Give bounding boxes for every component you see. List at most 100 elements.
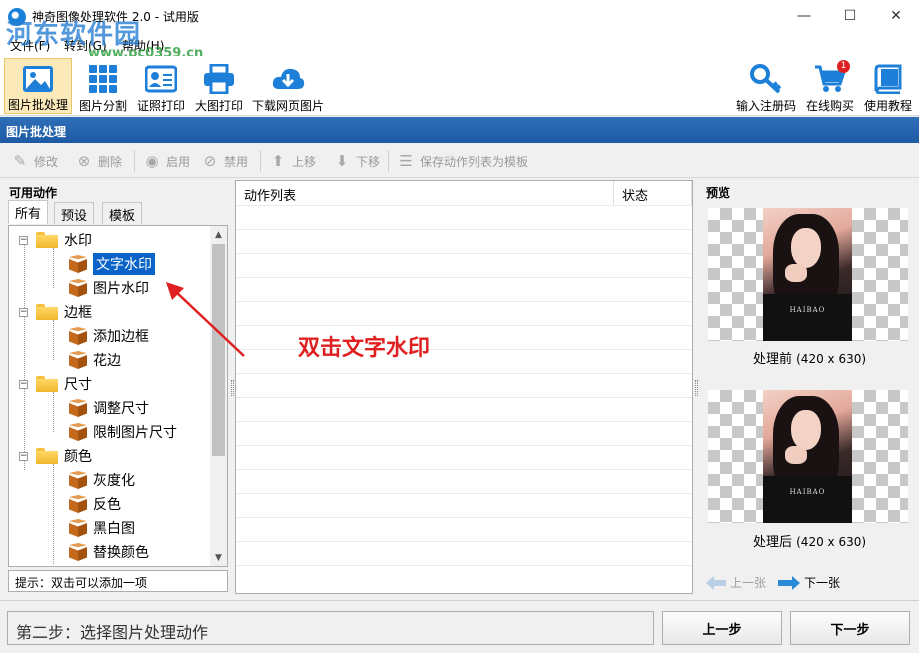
tree-folder-color[interactable]: − 颜色 <box>19 445 92 467</box>
delete-icon: ⊗ <box>77 152 91 170</box>
next-step-button[interactable]: 下一步 <box>790 611 910 645</box>
edit-label: 修改 <box>34 154 59 169</box>
preview-before-image: HAIBAO <box>708 208 908 341</box>
tree-item-limit-size[interactable]: 限制图片尺寸 <box>69 421 177 443</box>
move-down-label: 下移 <box>356 154 381 169</box>
eye-off-icon: ⊘ <box>203 152 217 170</box>
cube-icon <box>69 327 87 345</box>
folder-icon <box>36 304 58 320</box>
save-template-button[interactable]: ☰ 保存动作列表为模板 <box>396 152 528 170</box>
enter-reg-code-button[interactable]: 输入注册码 <box>732 58 800 114</box>
scroll-down-icon[interactable]: ▼ <box>210 549 227 566</box>
preview-after-image: HAIBAO <box>708 390 908 523</box>
eye-icon: ◉ <box>145 152 159 170</box>
annotation-arrow-icon <box>166 282 245 357</box>
image-icon <box>20 63 56 94</box>
step-status: 第二步：选择图片处理动作 <box>7 611 654 645</box>
id-card-icon <box>143 62 179 95</box>
tree-item-invert[interactable]: 反色 <box>69 493 121 515</box>
next-image-label: 下一张 <box>804 576 841 590</box>
tab-presets[interactable]: 预设 <box>54 202 95 224</box>
column-header-actions[interactable]: 动作列表 <box>236 181 614 205</box>
tree-item-add-border[interactable]: 添加边框 <box>69 325 149 347</box>
tree-item-lace[interactable]: 花边 <box>69 349 121 371</box>
prev-image-button[interactable]: 上一张 <box>706 574 766 591</box>
move-up-button[interactable]: ⬆ 上移 <box>268 152 316 170</box>
collapse-toggle[interactable]: − <box>19 235 28 245</box>
annotation-text: 双击文字水印 <box>298 336 431 361</box>
tree-folder-size[interactable]: − 尺寸 <box>19 373 92 395</box>
edit-button[interactable]: ✎ 修改 <box>10 152 58 170</box>
tree-folder-watermark[interactable]: − 水印 <box>19 229 92 251</box>
tutorial-label: 使用教程 <box>863 99 912 113</box>
batch-process-label: 图片批处理 <box>7 98 68 112</box>
folder-icon <box>36 448 58 464</box>
separator <box>260 150 261 172</box>
minimize-button[interactable]: — <box>781 0 827 32</box>
cube-icon <box>69 351 87 369</box>
tree-label: 花边 <box>93 353 121 369</box>
download-web-images-label: 下载网页图片 <box>251 99 324 113</box>
photo-watermark: HAIBAO <box>789 488 826 496</box>
tree-item-replace-color[interactable]: 替换颜色 <box>69 541 149 563</box>
enable-button[interactable]: ◉ 启用 <box>142 152 190 170</box>
pencil-icon: ✎ <box>13 152 27 170</box>
tree-label: 调整尺寸 <box>93 401 149 417</box>
delete-button[interactable]: ⊗ 删除 <box>74 152 122 170</box>
collapse-toggle[interactable]: − <box>19 307 28 317</box>
tree-label: 添加边框 <box>93 329 149 345</box>
previous-step-button[interactable]: 上一步 <box>662 611 782 645</box>
collapse-toggle[interactable]: − <box>19 379 28 389</box>
tree-label: 边框 <box>64 305 92 321</box>
tree-item-grayscale[interactable]: 灰度化 <box>69 469 135 491</box>
tab-all[interactable]: 所有 <box>8 200 49 224</box>
disable-label: 禁用 <box>224 154 249 169</box>
move-down-button[interactable]: ⬇ 下移 <box>332 152 380 170</box>
id-print-label: 证照打印 <box>136 99 185 113</box>
after-label: 处理后 <box>752 535 792 550</box>
scroll-up-icon[interactable]: ▲ <box>210 226 227 243</box>
splitter-grip[interactable] <box>695 380 698 396</box>
before-size: (420 x 630) <box>796 352 867 366</box>
large-print-button[interactable]: 大图打印 <box>190 58 248 114</box>
close-button[interactable]: ✕ <box>873 0 919 32</box>
footer-bar: 第二步：选择图片处理动作 上一步 下一步 <box>0 600 919 653</box>
arrow-left-icon <box>706 575 726 590</box>
tab-templates[interactable]: 模板 <box>102 202 143 224</box>
buy-online-button[interactable]: 1 在线购买 <box>802 58 858 114</box>
tree-label: 灰度化 <box>93 473 135 489</box>
separator <box>388 150 389 172</box>
buy-online-label: 在线购买 <box>805 99 854 113</box>
list-icon: ☰ <box>399 152 413 170</box>
tree-label: 限制图片尺寸 <box>93 425 177 441</box>
next-image-button[interactable]: 下一张 <box>778 574 840 591</box>
photo-watermark: HAIBAO <box>789 306 826 314</box>
folder-icon <box>36 232 58 248</box>
maximize-button[interactable]: ☐ <box>827 0 873 32</box>
after-caption: 处理后 (420 x 630) <box>700 531 919 550</box>
tree-scrollbar[interactable]: ▲ ▼ <box>210 226 227 566</box>
action-list[interactable]: 动作列表 状态 <box>235 180 693 594</box>
column-header-status[interactable]: 状态 <box>614 181 692 205</box>
tree-item-image-watermark[interactable]: 图片水印 <box>69 277 149 299</box>
id-print-button[interactable]: 证照打印 <box>132 58 190 114</box>
disable-button[interactable]: ⊘ 禁用 <box>200 152 248 170</box>
tree-label: 黑白图 <box>93 521 135 537</box>
splitter-grip[interactable] <box>231 380 234 396</box>
cart-icon: 1 <box>812 60 850 95</box>
tree-item-text-watermark[interactable]: 文字水印 <box>69 253 155 275</box>
download-web-images-button[interactable]: 下载网页图片 <box>250 58 326 114</box>
collapse-toggle[interactable]: − <box>19 451 28 461</box>
separator <box>134 150 135 172</box>
tree-item-resize[interactable]: 调整尺寸 <box>69 397 149 419</box>
arrow-right-icon <box>778 575 800 590</box>
cart-badge: 1 <box>837 60 850 73</box>
split-image-button[interactable]: 图片分割 <box>74 58 132 114</box>
batch-process-button[interactable]: 图片批处理 <box>4 58 72 114</box>
enter-reg-code-label: 输入注册码 <box>735 99 796 113</box>
tree-folder-border[interactable]: − 边框 <box>19 301 92 323</box>
tutorial-button[interactable]: 使用教程 <box>860 58 916 114</box>
tree-label: 反色 <box>93 497 121 513</box>
tree-item-black-white[interactable]: 黑白图 <box>69 517 135 539</box>
preview-title: 预览 <box>706 186 731 200</box>
